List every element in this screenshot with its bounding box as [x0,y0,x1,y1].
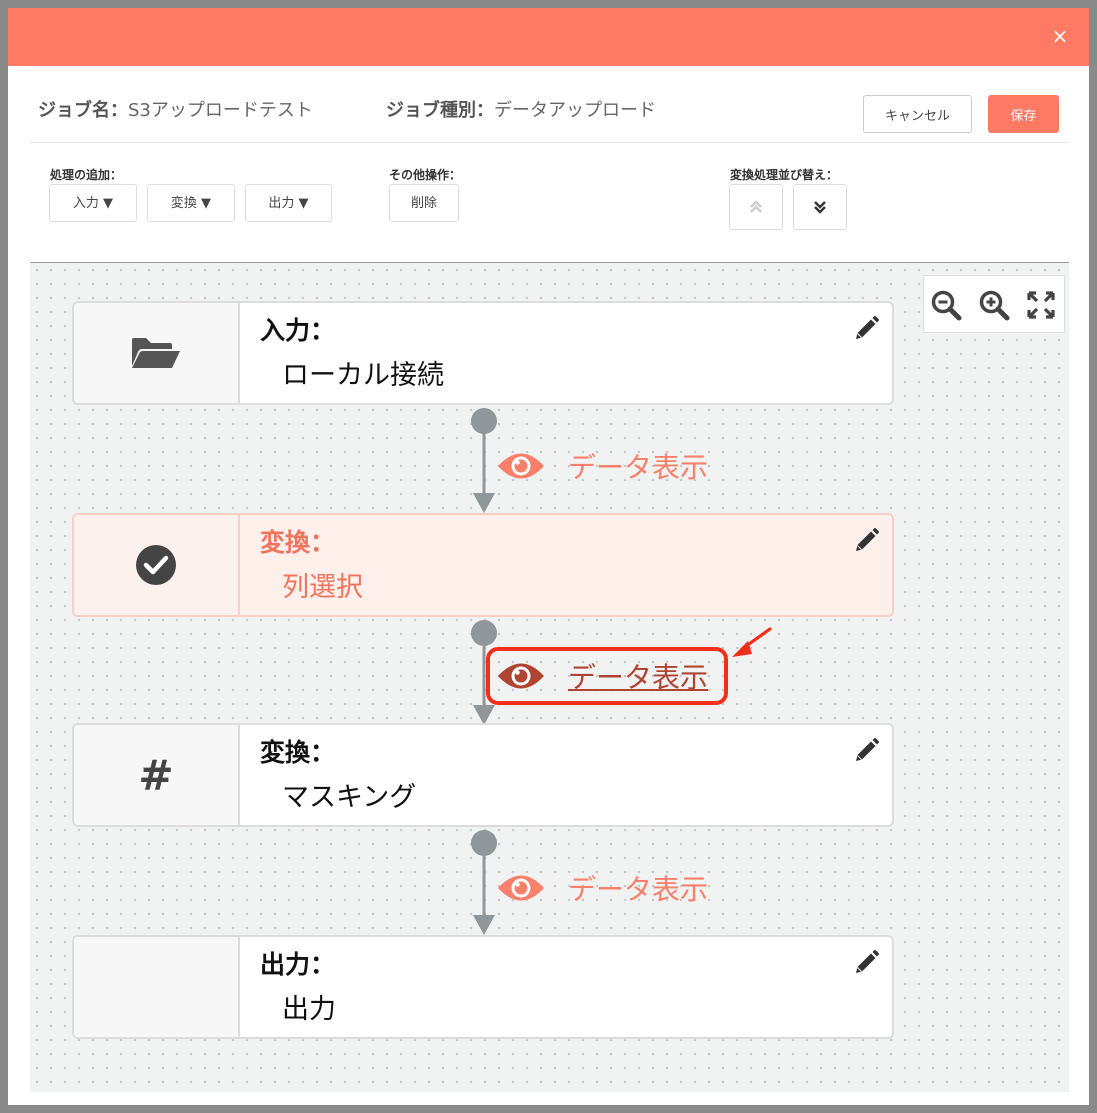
node-name: 出力 [282,994,336,1025]
other-ops-label: その他操作： [389,168,462,182]
data-view-link-3[interactable]: データ表示 [496,865,708,911]
flow-node-input[interactable]: 入力： ローカル接続 [72,301,894,405]
node-name: 列選択 [282,572,363,603]
node-icon-cell [74,303,240,403]
node-icon-cell: # [74,725,240,825]
close-icon[interactable]: × [1049,25,1071,47]
job-type-label: ジョブ種別： [386,100,494,121]
flow-canvas[interactable]: 入力： ローカル接続 データ表示 変換： 列選択 データ表示 # 変換： マスキ… [30,262,1069,1092]
pencil-icon[interactable] [852,527,880,555]
job-name-label: ジョブ名： [38,100,128,121]
hash-icon: # [138,750,174,800]
node-type: 入力： [260,316,336,345]
title-row: ジョブ名：S3アップロードテスト ジョブ種別：データアップロード キャンセル 保… [8,66,1089,150]
pencil-icon[interactable] [852,949,880,977]
sort-label: 変換処理並び替え： [730,168,839,182]
flow-node-output[interactable]: 出力： 出力 [72,935,894,1039]
job-name-value: S3アップロードテスト [128,100,313,121]
add-input-button[interactable]: 入力 ▼ [49,184,137,222]
save-button[interactable]: 保存 [988,95,1059,133]
move-down-button[interactable] [793,184,847,230]
eye-icon [498,663,544,689]
operations-row: 処理の追加： 入力 ▼ 変換 ▼ 出力 ▼ その他操作： 削除 変換処理並び替え… [8,150,1089,260]
zoom-controls [923,275,1065,333]
flow-node-transform-column-select[interactable]: 変換： 列選択 [72,513,894,617]
eye-icon [498,453,544,479]
add-process-label: 処理の追加： [50,168,123,182]
pencil-icon[interactable] [852,737,880,765]
data-view-link-2[interactable]: データ表示 [496,653,708,699]
job-type: ジョブ種別：データアップロード [386,96,656,122]
pencil-icon[interactable] [852,315,880,343]
node-name: ローカル接続 [282,360,444,391]
modal-header: × [8,8,1089,66]
delete-button[interactable]: 削除 [389,184,459,222]
callout-arrow-icon [732,627,772,657]
data-view-link-1[interactable]: データ表示 [496,443,708,489]
check-circle-icon [136,545,176,585]
add-output-button[interactable]: 出力 ▼ [245,184,332,222]
double-chevron-down-icon [814,201,826,214]
fit-screen-icon[interactable] [1025,289,1057,321]
data-view-label: データ表示 [568,451,709,484]
zoom-in-icon[interactable] [978,289,1010,321]
add-transform-button[interactable]: 変換 ▼ [147,184,235,222]
node-icon-cell [74,515,240,615]
connector-1 [471,408,497,513]
double-chevron-up-icon [750,200,762,213]
folder-open-icon [132,338,180,368]
connector-3 [471,830,497,935]
flow-node-transform-masking[interactable]: # 変換： マスキング [72,723,894,827]
job-name: ジョブ名：S3アップロードテスト [38,96,313,122]
node-type: 出力： [260,950,336,979]
cancel-button[interactable]: キャンセル [863,95,972,133]
job-edit-modal: × ジョブ名：S3アップロードテスト ジョブ種別：データアップロード キャンセル… [8,8,1089,1105]
node-type: 変換： [260,738,336,767]
data-view-label: データ表示 [568,661,709,694]
job-type-value: データアップロード [494,100,656,121]
data-view-label: データ表示 [568,873,709,906]
node-icon-cell [74,937,240,1037]
node-name: マスキング [282,782,417,813]
eye-icon [498,875,544,901]
move-up-button[interactable] [729,184,783,230]
zoom-out-icon[interactable] [930,289,962,321]
node-type: 変換： [260,528,336,557]
divider [30,142,1069,143]
